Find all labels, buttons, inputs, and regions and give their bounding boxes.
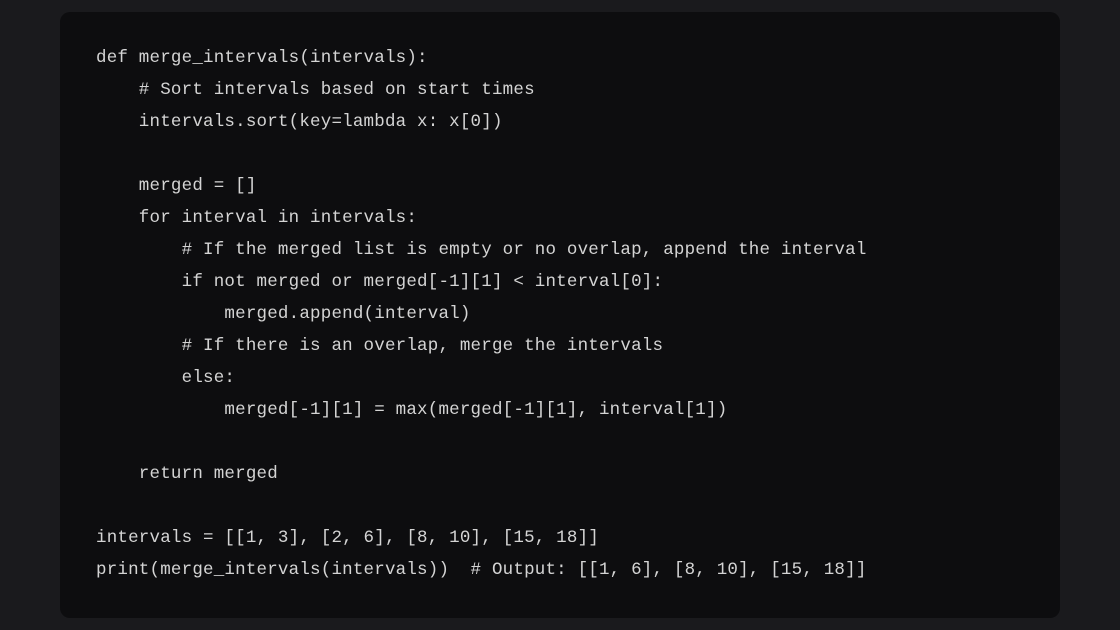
code-content[interactable]: def merge_intervals(intervals): # Sort i…	[96, 42, 1024, 586]
code-block: def merge_intervals(intervals): # Sort i…	[60, 12, 1060, 618]
